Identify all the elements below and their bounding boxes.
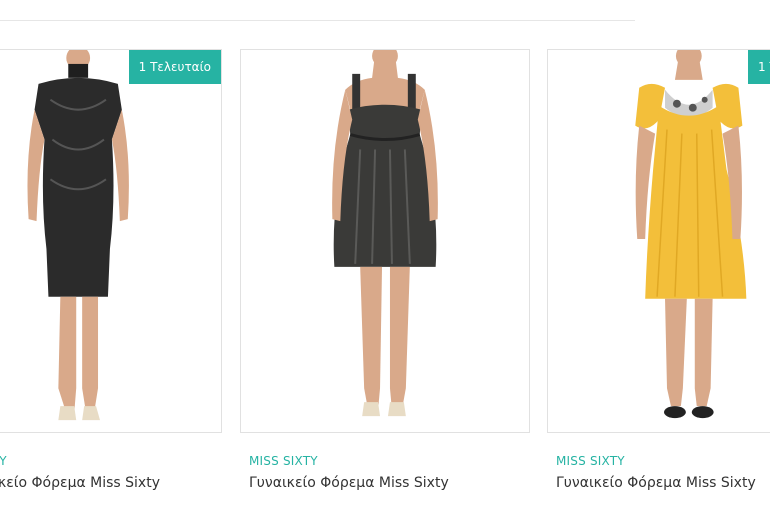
last-item-badge: 1 Τελευταίο [128,50,221,84]
top-divider [0,20,635,21]
product-brand[interactable]: MISS SIXTY [556,454,625,468]
product-title[interactable]: Γυναικείο Φόρεμα Miss Sixty [556,475,770,491]
product-card[interactable]: 1 Τελευταίο [0,49,222,433]
last-item-badge: 1 Τελευταίο [748,50,770,84]
product-image[interactable] [548,50,770,432]
product-title[interactable]: Γυναικείο Φόρεμα Miss Sixty [0,475,160,491]
product-image[interactable] [241,50,529,432]
product-card[interactable]: 1 Τελευταίο [547,49,770,433]
product-brand[interactable]: MISS SIXTY [249,454,318,468]
product-brand[interactable]: MISS SIXTY [0,454,12,468]
product-title[interactable]: Γυναικείο Φόρεμα Miss Sixty [249,475,449,491]
product-image[interactable] [0,50,221,432]
product-card[interactable] [240,49,530,433]
